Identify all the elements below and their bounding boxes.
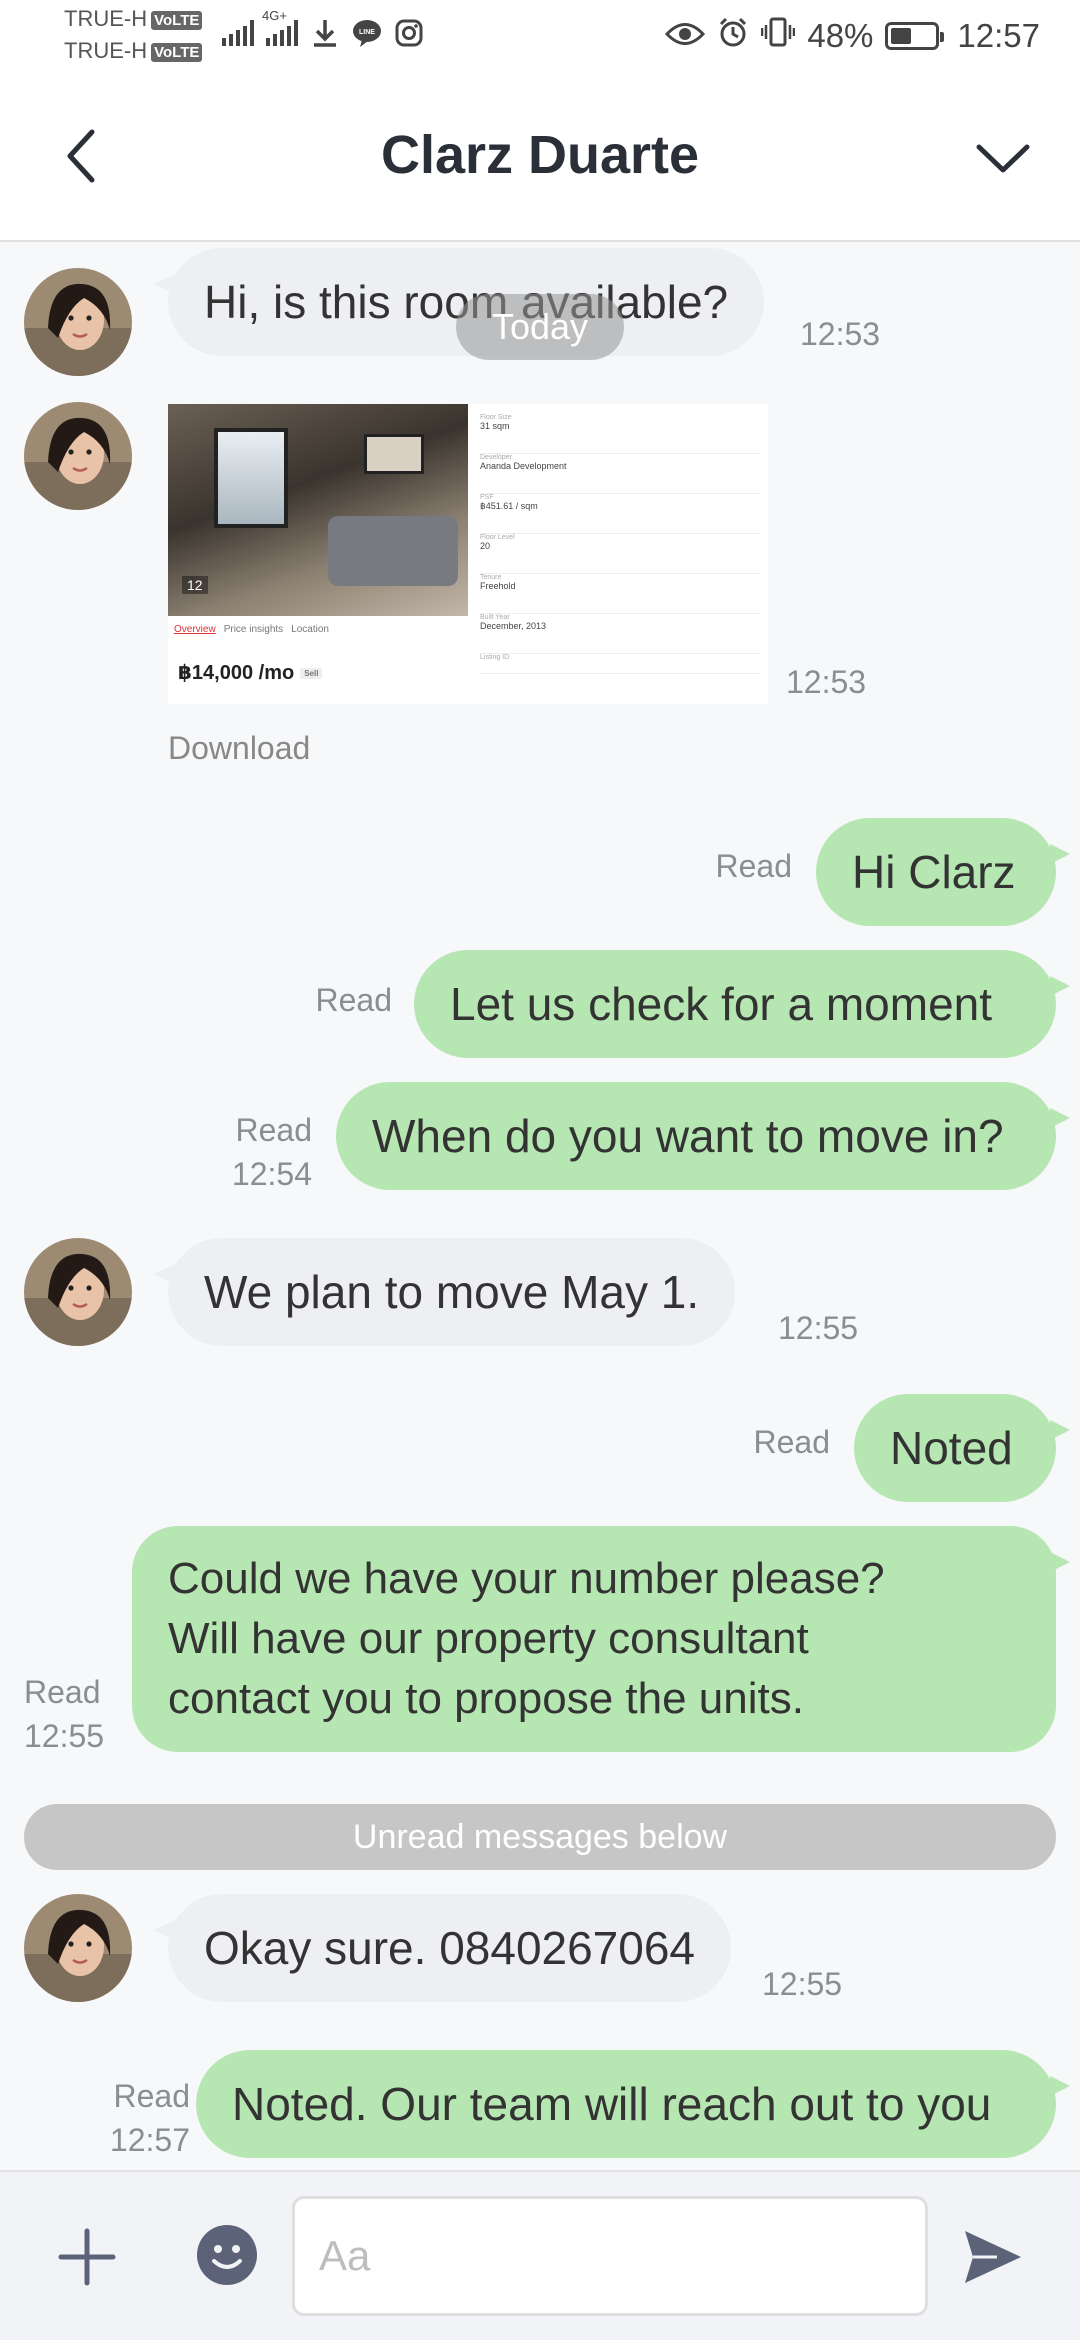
read-receipt: Read xyxy=(753,1424,831,1460)
network-type-label: 4G+ xyxy=(262,8,287,23)
photo-count: 12 xyxy=(182,576,208,594)
contact-avatar[interactable] xyxy=(24,268,132,376)
message-time: 12:53 xyxy=(786,664,867,700)
read-receipt: Read 12:54 xyxy=(231,1112,312,1192)
back-button[interactable] xyxy=(50,126,110,186)
message-bubble-out[interactable]: Hi Clarz xyxy=(816,818,1070,926)
contact-avatar[interactable] xyxy=(24,1894,132,2002)
battery-fill xyxy=(891,28,912,44)
download-link[interactable]: Download xyxy=(168,730,310,767)
message-bubble-out[interactable]: Noted xyxy=(854,1394,1070,1502)
chevron-left-icon xyxy=(67,129,95,183)
listing-image-message[interactable]: 12 Overview Price insights Location ฿14,00… xyxy=(168,404,768,704)
clock: 12:57 xyxy=(957,17,1040,54)
chat-title[interactable]: Clarz Duarte xyxy=(200,124,880,186)
emoji-button[interactable] xyxy=(196,2224,258,2286)
room-photo: 12 xyxy=(168,404,468,616)
read-receipt: Read xyxy=(715,848,793,884)
battery-percent: 48% xyxy=(807,17,874,54)
composer-bar xyxy=(0,2170,1080,2340)
read-receipt: Read 12:57 xyxy=(109,2078,190,2158)
smiley-icon xyxy=(197,2225,257,2285)
listing-details: Floor Size 31 sqm Developer Ananda Develop… xyxy=(480,414,760,674)
message-list[interactable]: Hi, is this room available? Today 12:53 … xyxy=(0,244,1080,2170)
eye-icon xyxy=(665,17,706,55)
date-separator: Today xyxy=(456,294,624,360)
download-status-icon xyxy=(310,18,340,48)
message-bubble-out[interactable]: When do you want to move in? xyxy=(336,1082,1070,1190)
battery-icon xyxy=(885,22,945,50)
chevron-down-icon xyxy=(976,144,1030,173)
vibrate-icon xyxy=(761,16,796,56)
carrier-1: TRUE-H VoLTE xyxy=(64,6,203,32)
listing-price: ฿14,000 /mo Sell xyxy=(178,660,323,685)
message-time: 12:53 xyxy=(800,316,881,352)
svg-text:LINE: LINE xyxy=(359,29,375,36)
message-bubble-out[interactable]: Let us check for a moment xyxy=(414,950,1070,1058)
line-app-icon: LINE xyxy=(352,18,382,48)
carrier-2: TRUE-H VoLTE xyxy=(64,38,203,64)
message-time: 12:55 xyxy=(762,1966,843,2002)
message-time: 12:55 xyxy=(778,1310,859,1346)
alarm-icon xyxy=(717,16,749,56)
message-bubble-out[interactable]: Noted. Our team will reach out to you xyxy=(196,2050,1070,2158)
chat-header: Clarz Duarte xyxy=(0,76,1080,242)
message-bubble-out[interactable]: Could we have your number please? Will h… xyxy=(132,1526,1070,1752)
message-bubble-in[interactable]: Okay sure. 0840267064 xyxy=(153,1894,732,2002)
message-bubble-in[interactable]: We plan to move May 1. xyxy=(153,1238,736,1346)
status-bar: TRUE-H VoLTE TRUE-H VoLTE 4G+ LINE 48% 12:… xyxy=(0,0,1080,76)
listing-tabs: Overview Price insights Location xyxy=(174,624,329,635)
send-icon xyxy=(965,2231,1021,2283)
plus-icon xyxy=(58,2228,116,2286)
signal-icon xyxy=(222,20,254,46)
read-receipt: Read 12:55 xyxy=(24,1674,105,1754)
contact-avatar[interactable] xyxy=(24,1238,132,1346)
contact-avatar[interactable] xyxy=(24,402,132,510)
message-input[interactable] xyxy=(292,2196,928,2316)
send-button[interactable] xyxy=(958,2222,1028,2292)
signal-4g-icon: 4G+ xyxy=(262,8,298,46)
unread-separator: Unread messages below xyxy=(24,1804,1056,1870)
add-attachment-button[interactable] xyxy=(52,2222,122,2292)
instagram-icon xyxy=(394,18,424,48)
menu-toggle-button[interactable] xyxy=(970,128,1036,188)
read-receipt: Read xyxy=(315,982,393,1018)
